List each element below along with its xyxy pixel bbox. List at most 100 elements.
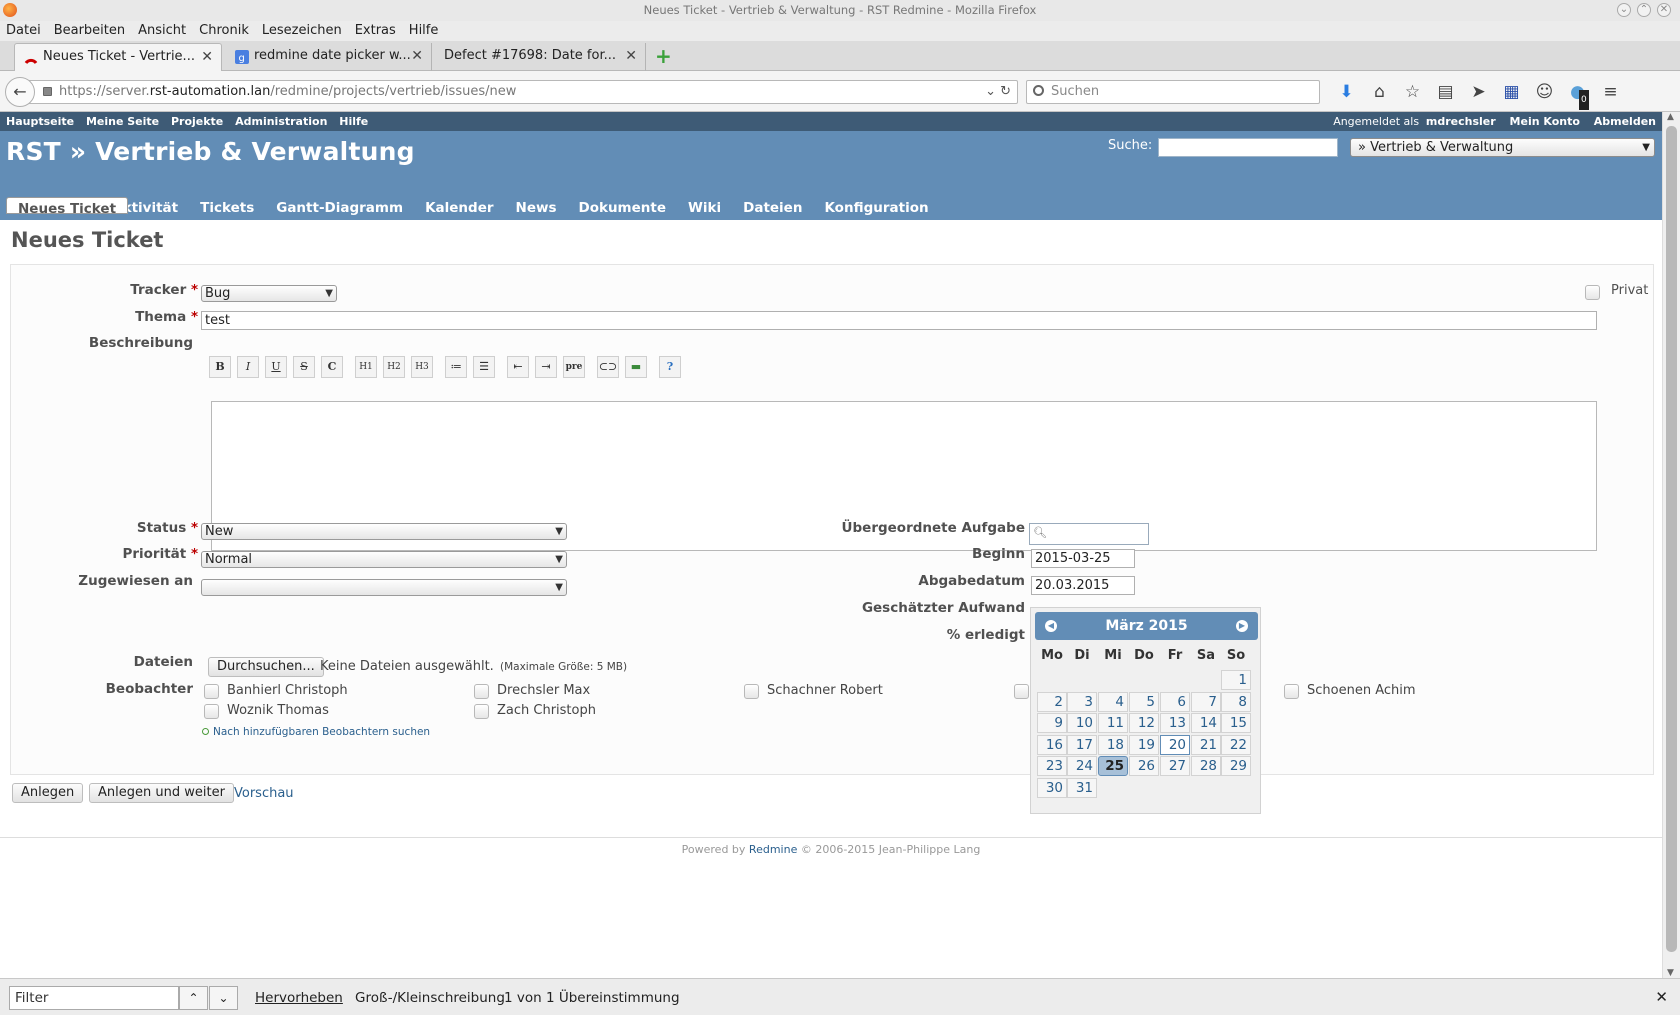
calendar-day[interactable]: 25 bbox=[1098, 756, 1128, 776]
watcher-checkbox[interactable] bbox=[1014, 684, 1029, 699]
bold-button[interactable]: B bbox=[209, 356, 231, 378]
new-tab-icon[interactable]: + bbox=[655, 46, 672, 66]
calendar-day[interactable]: 26 bbox=[1129, 756, 1159, 776]
calendar-day[interactable]: 8 bbox=[1221, 691, 1251, 712]
calendar-day[interactable]: 12 bbox=[1129, 713, 1159, 733]
start-date-input[interactable]: 2015-03-25 bbox=[1031, 549, 1135, 568]
calendar-day[interactable]: 18 bbox=[1098, 734, 1128, 755]
subject-input[interactable]: test bbox=[201, 311, 1597, 330]
browse-files-button[interactable]: Durchsuchen... bbox=[208, 657, 324, 677]
menu-wiki[interactable]: Wiki bbox=[677, 197, 732, 220]
menu-news[interactable]: News bbox=[505, 197, 568, 220]
hamburger-menu-icon[interactable]: ≡ bbox=[1594, 82, 1627, 102]
browser-search-input[interactable]: Suchen bbox=[1026, 80, 1320, 104]
project-jump-select[interactable]: » Vertrieb & Verwaltung ▼ bbox=[1350, 138, 1655, 157]
calendar-day[interactable]: 7 bbox=[1191, 691, 1221, 712]
calendar-day[interactable]: 1 bbox=[1221, 670, 1251, 690]
calendar-day[interactable]: 30 bbox=[1037, 777, 1067, 798]
h2-button[interactable]: H2 bbox=[383, 356, 405, 378]
indent-right-icon[interactable]: ⇥ bbox=[535, 356, 557, 378]
back-button[interactable]: ← bbox=[5, 77, 35, 107]
tab-defect[interactable]: Defect #17698: Date for... ✕ bbox=[434, 43, 646, 71]
find-next-icon[interactable]: ⌄ bbox=[209, 986, 238, 1010]
calendar-day[interactable]: 4 bbox=[1098, 691, 1128, 712]
bookmark-star-icon[interactable]: ☆ bbox=[1396, 82, 1429, 102]
calendar-day[interactable]: 22 bbox=[1221, 734, 1251, 755]
menu-ansicht[interactable]: Ansicht bbox=[132, 21, 193, 41]
close-find-bar-icon[interactable]: ✕ bbox=[1655, 988, 1668, 1006]
calendar-day[interactable]: 2 bbox=[1037, 691, 1067, 712]
numbered-list-icon[interactable]: ☰ bbox=[473, 356, 495, 378]
calendar-day[interactable]: 11 bbox=[1098, 713, 1128, 733]
calendar-day[interactable]: 31 bbox=[1067, 777, 1097, 798]
url-bar[interactable]: https://server.rst-automation.lan/redmin… bbox=[28, 80, 1018, 104]
tab-google-search[interactable]: g redmine date picker w... ✕ bbox=[226, 43, 432, 71]
create-button[interactable]: Anlegen bbox=[12, 783, 84, 803]
status-select[interactable]: New ▼ bbox=[201, 523, 567, 540]
watcher-checkbox[interactable] bbox=[1284, 684, 1299, 699]
menu-settings[interactable]: Konfiguration bbox=[813, 197, 939, 220]
find-previous-icon[interactable]: ⌃ bbox=[179, 986, 208, 1010]
calendar-day[interactable]: 21 bbox=[1191, 734, 1221, 755]
watcher-checkbox[interactable] bbox=[204, 684, 219, 699]
strike-button[interactable]: S bbox=[293, 356, 315, 378]
top-link-help[interactable]: Hilfe bbox=[339, 115, 368, 128]
image-icon[interactable]: ▬ bbox=[625, 356, 647, 378]
assignee-select[interactable]: ▼ bbox=[201, 579, 567, 596]
calendar-day[interactable]: 17 bbox=[1067, 734, 1097, 755]
close-tab-icon[interactable]: ✕ bbox=[411, 43, 423, 69]
top-link-projects[interactable]: Projekte bbox=[171, 115, 223, 128]
top-link-my-page[interactable]: Meine Seite bbox=[86, 115, 159, 128]
minimize-icon[interactable]: ⌄ bbox=[1617, 3, 1631, 17]
tab-neues-ticket[interactable]: Neues Ticket - Vertrie... ✕ bbox=[14, 43, 222, 71]
menu-documents[interactable]: Dokumente bbox=[567, 197, 677, 220]
menu-chronik[interactable]: Chronik bbox=[193, 21, 256, 41]
calendar-day[interactable]: 15 bbox=[1221, 713, 1251, 733]
calendar-day[interactable]: 19 bbox=[1129, 734, 1159, 755]
ghostery-icon[interactable]: ● 0 bbox=[1561, 82, 1594, 110]
menu-hilfe[interactable]: Hilfe bbox=[403, 21, 446, 41]
link-icon[interactable]: ⊂⊃ bbox=[597, 356, 619, 378]
calendar-day[interactable]: 20 bbox=[1160, 734, 1190, 755]
watcher-checkbox[interactable] bbox=[474, 704, 489, 719]
menu-files[interactable]: Dateien bbox=[732, 197, 813, 220]
previous-month-icon[interactable]: ◀ bbox=[1045, 620, 1057, 632]
menu-bearbeiten[interactable]: Bearbeiten bbox=[48, 21, 132, 41]
private-checkbox[interactable] bbox=[1585, 285, 1600, 300]
calendar-day[interactable]: 5 bbox=[1129, 691, 1159, 712]
pre-button[interactable]: pre bbox=[563, 356, 585, 378]
calendar-day[interactable]: 28 bbox=[1191, 756, 1221, 776]
calendar-day[interactable]: 3 bbox=[1067, 691, 1097, 712]
match-case-toggle[interactable]: Groß-/Kleinschreibung bbox=[355, 990, 505, 1006]
bullet-list-icon[interactable]: ≔ bbox=[445, 356, 467, 378]
code-button[interactable]: C bbox=[321, 356, 343, 378]
chat-icon[interactable]: ☺ bbox=[1528, 82, 1561, 102]
priority-select[interactable]: Normal ▼ bbox=[201, 551, 567, 568]
calendar-day[interactable]: 10 bbox=[1067, 713, 1097, 733]
logout-link[interactable]: Abmelden bbox=[1594, 115, 1656, 128]
menu-gantt[interactable]: Gantt-Diagramm bbox=[265, 197, 414, 220]
menu-lesezeichen[interactable]: Lesezeichen bbox=[256, 21, 349, 41]
spellcheck-icon[interactable]: ▦ bbox=[1495, 82, 1528, 102]
maximize-icon[interactable]: ⌃ bbox=[1637, 3, 1651, 17]
redmine-link[interactable]: Redmine bbox=[749, 843, 797, 856]
menu-extras[interactable]: Extras bbox=[349, 21, 403, 41]
top-link-home[interactable]: Hauptseite bbox=[6, 115, 74, 128]
logged-in-user[interactable]: mdrechsler bbox=[1426, 115, 1496, 128]
scrollbar-thumb[interactable] bbox=[1666, 126, 1677, 952]
watcher-checkbox[interactable] bbox=[744, 684, 759, 699]
calendar-day[interactable]: 14 bbox=[1191, 713, 1221, 733]
h3-button[interactable]: H3 bbox=[411, 356, 433, 378]
calendar-day[interactable]: 6 bbox=[1160, 691, 1190, 712]
preview-link[interactable]: Vorschau bbox=[234, 786, 294, 801]
italic-button[interactable]: I bbox=[237, 356, 259, 378]
vertical-scrollbar[interactable]: ▲ ▼ bbox=[1662, 112, 1680, 978]
download-icon[interactable]: ⬇ bbox=[1330, 82, 1363, 102]
close-tab-icon[interactable]: ✕ bbox=[625, 43, 637, 69]
next-month-icon[interactable]: ▶ bbox=[1236, 620, 1248, 632]
calendar-day[interactable]: 13 bbox=[1160, 713, 1190, 733]
calendar-day[interactable]: 9 bbox=[1037, 713, 1067, 733]
highlight-all-toggle[interactable]: Hervorheben bbox=[255, 990, 343, 1006]
home-icon[interactable]: ⌂ bbox=[1363, 82, 1396, 102]
top-link-administration[interactable]: Administration bbox=[235, 115, 327, 128]
